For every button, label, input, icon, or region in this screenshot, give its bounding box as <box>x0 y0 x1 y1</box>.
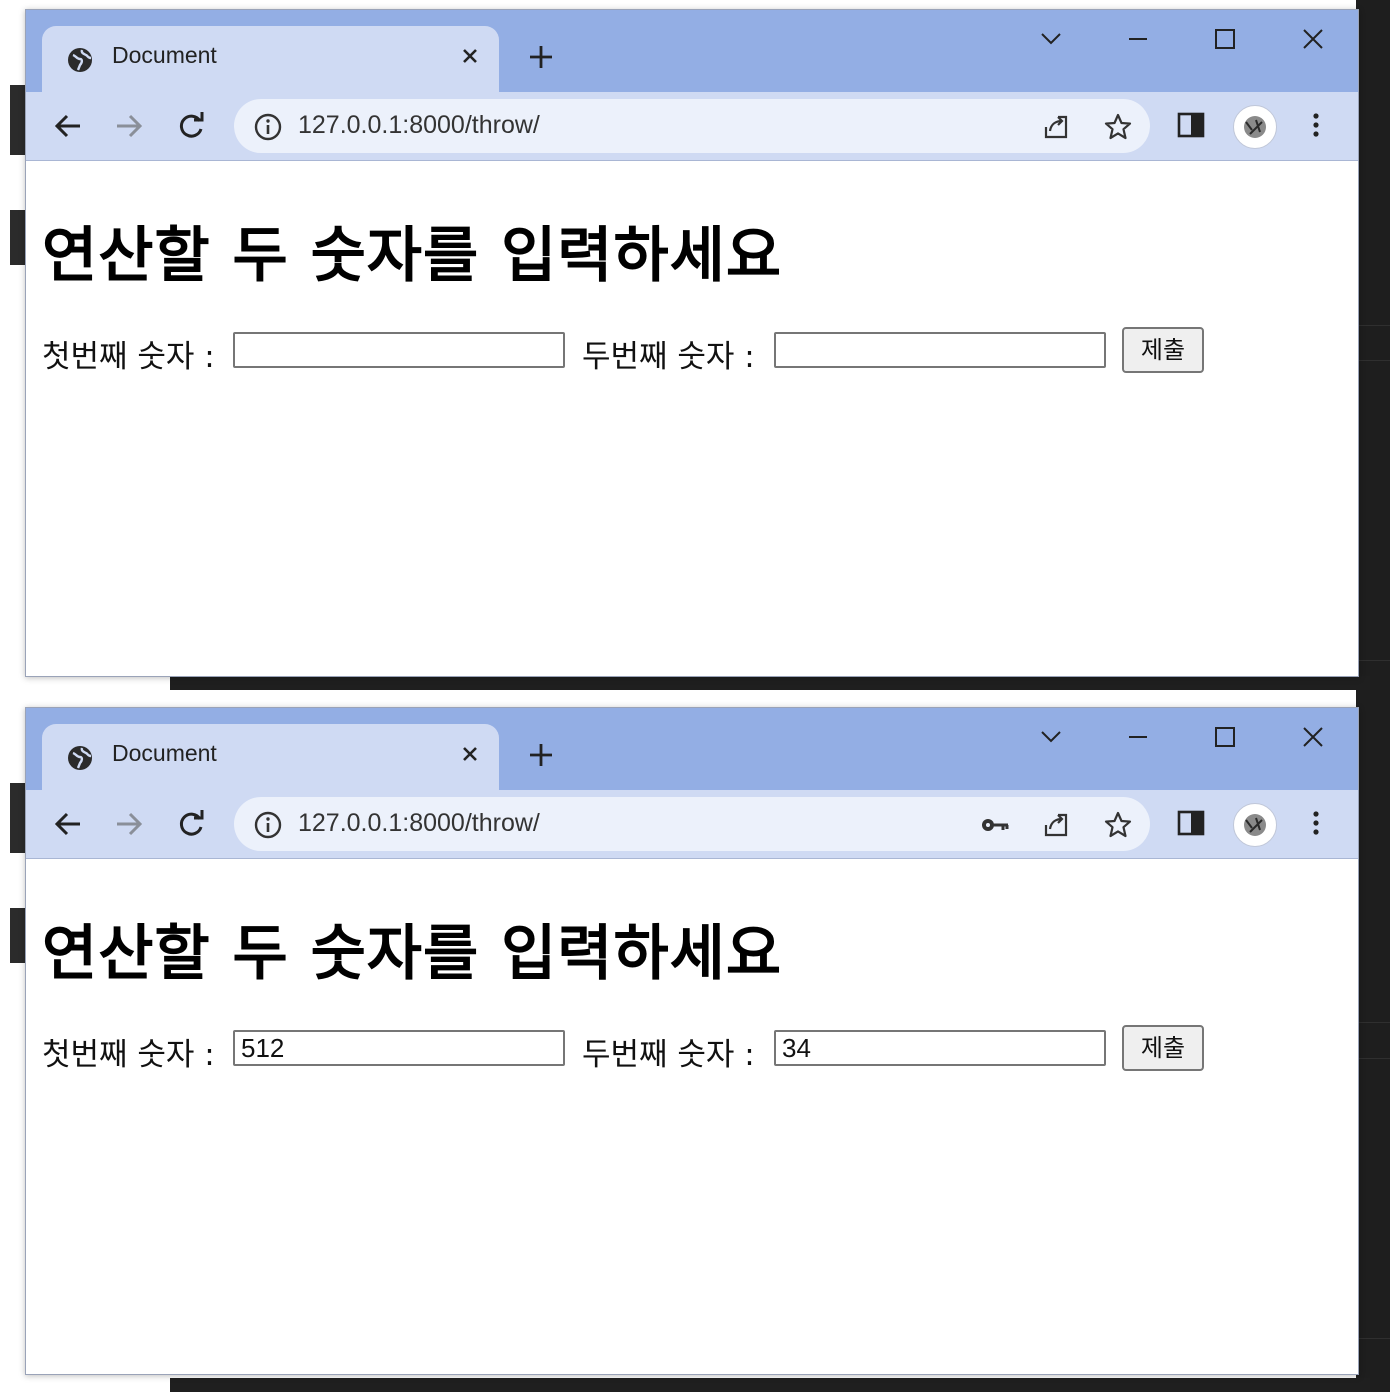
tab-title: Document <box>112 740 217 766</box>
browser-tab[interactable]: Document <box>42 724 499 790</box>
submit-button[interactable]: 제출 <box>1122 1025 1204 1071</box>
submit-button[interactable]: 제출 <box>1122 327 1204 373</box>
background-taskbar-strip <box>170 676 1370 690</box>
star-icon[interactable] <box>1102 809 1134 841</box>
side-panel-icon[interactable] <box>1173 107 1209 143</box>
title-bar: Document <box>26 10 1358 92</box>
key-icon[interactable] <box>979 809 1011 841</box>
back-arrow-icon[interactable] <box>51 109 85 143</box>
info-icon[interactable] <box>252 111 284 143</box>
background-editor-right <box>1356 0 1390 1392</box>
window-close-icon[interactable] <box>1298 722 1328 752</box>
reload-icon[interactable] <box>174 109 208 143</box>
first-number-label: 첫번째 숫자 : <box>42 1037 215 1073</box>
avatar[interactable] <box>1233 105 1277 149</box>
title-bar: Document <box>26 708 1358 790</box>
maximize-icon[interactable] <box>1210 722 1240 752</box>
close-icon[interactable] <box>456 42 484 70</box>
tab-title: Document <box>112 42 217 68</box>
background-editor-left <box>0 0 25 1392</box>
browser-toolbar: 127.0.0.1:8000/throw/ <box>26 790 1358 859</box>
browser-toolbar: 127.0.0.1:8000/throw/ <box>26 92 1358 161</box>
maximize-icon[interactable] <box>1210 24 1240 54</box>
share-icon[interactable] <box>1040 111 1072 143</box>
plus-icon[interactable] <box>526 42 556 72</box>
address-bar[interactable]: 127.0.0.1:8000/throw/ <box>234 99 1150 153</box>
minimize-icon[interactable] <box>1123 24 1153 54</box>
address-bar[interactable]: 127.0.0.1:8000/throw/ <box>234 797 1150 851</box>
page-content: 연산할 두 숫자를 입력하세요 첫번째 숫자 : 두번째 숫자 : 제출 <box>26 161 1358 676</box>
first-number-label: 첫번째 숫자 : <box>42 339 215 375</box>
forward-arrow-icon[interactable] <box>112 109 146 143</box>
info-icon[interactable] <box>252 809 284 841</box>
avatar-image-icon <box>1244 814 1266 836</box>
globe-icon <box>68 746 92 770</box>
star-icon[interactable] <box>1102 111 1134 143</box>
side-panel-icon[interactable] <box>1173 805 1209 841</box>
page-content: 연산할 두 숫자를 입력하세요 첫번째 숫자 : 512 두번째 숫자 : 34… <box>26 859 1358 1374</box>
chevron-down-icon[interactable] <box>1036 722 1066 752</box>
avatar[interactable] <box>1233 803 1277 847</box>
browser-window: Document 127.0.0.1:8000/throw/ 연산할 두 숫자를… <box>25 9 1359 677</box>
chevron-down-icon[interactable] <box>1036 24 1066 54</box>
share-icon[interactable] <box>1040 809 1072 841</box>
url-text: 127.0.0.1:8000/throw/ <box>298 809 540 837</box>
reload-icon[interactable] <box>174 807 208 841</box>
page-heading: 연산할 두 숫자를 입력하세요 <box>42 221 783 291</box>
forward-arrow-icon[interactable] <box>112 807 146 841</box>
back-arrow-icon[interactable] <box>51 807 85 841</box>
first-number-input[interactable]: 512 <box>233 1030 565 1066</box>
window-close-icon[interactable] <box>1298 24 1328 54</box>
close-icon[interactable] <box>456 740 484 768</box>
globe-icon <box>68 48 92 72</box>
page-heading: 연산할 두 숫자를 입력하세요 <box>42 919 783 989</box>
avatar-image-icon <box>1244 116 1266 138</box>
first-number-input[interactable] <box>233 332 565 368</box>
background-taskbar-strip <box>170 1378 1370 1392</box>
url-text: 127.0.0.1:8000/throw/ <box>298 111 540 139</box>
more-vert-icon[interactable] <box>1298 107 1334 143</box>
second-number-label: 두번째 숫자 : <box>582 339 755 375</box>
more-vert-icon[interactable] <box>1298 805 1334 841</box>
second-number-input[interactable] <box>774 332 1106 368</box>
browser-tab[interactable]: Document <box>42 26 499 92</box>
second-number-label: 두번째 숫자 : <box>582 1037 755 1073</box>
second-number-input[interactable]: 34 <box>774 1030 1106 1066</box>
minimize-icon[interactable] <box>1123 722 1153 752</box>
plus-icon[interactable] <box>526 740 556 770</box>
browser-window: Document 127.0.0.1:8000/throw/ 연산할 두 숫자를… <box>25 707 1359 1375</box>
